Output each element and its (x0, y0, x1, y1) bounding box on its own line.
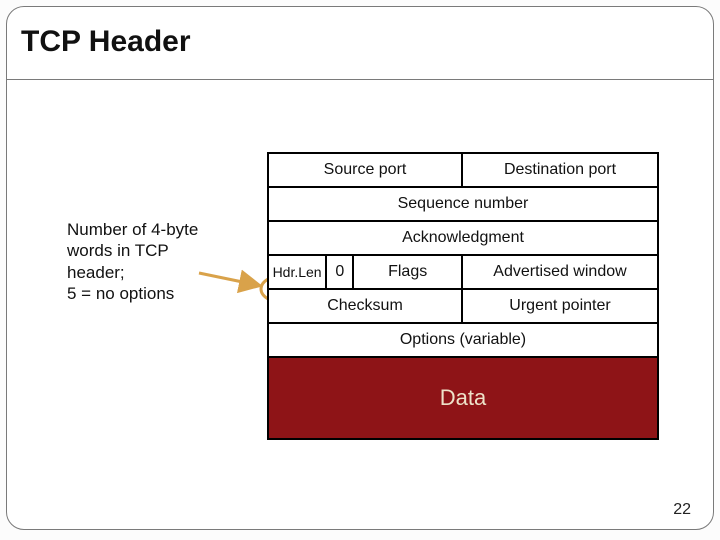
row-ports: Source port Destination port (269, 154, 657, 188)
cell-reserved-zero: 0 (327, 256, 354, 288)
page-number: 22 (673, 501, 691, 519)
cell-checksum: Checksum (269, 290, 463, 322)
hdrlen-annotation: Number of 4-byte words in TCP header;5 =… (67, 219, 202, 304)
tcp-header-diagram: Source port Destination port Sequence nu… (267, 152, 659, 440)
cell-ack: Acknowledgment (269, 222, 657, 254)
slide-frame: TCP Header Number of 4-byte words in TCP… (6, 6, 714, 530)
cell-hdrlen: Hdr.Len (269, 256, 327, 288)
title-divider (7, 79, 713, 80)
row-options: Options (variable) (269, 324, 657, 358)
cell-urgent: Urgent pointer (463, 290, 657, 322)
cell-flags: Flags (354, 256, 463, 288)
row-checksum: Checksum Urgent pointer (269, 290, 657, 324)
cell-sequence: Sequence number (269, 188, 657, 220)
row-ack: Acknowledgment (269, 222, 657, 256)
cell-source-port: Source port (269, 154, 463, 186)
row-sequence: Sequence number (269, 188, 657, 222)
row-data: Data (269, 358, 657, 438)
slide-title: TCP Header (21, 25, 191, 59)
cell-options: Options (variable) (269, 324, 657, 356)
cell-data: Data (269, 358, 657, 438)
row-flags: Hdr.Len 0 Flags Advertised window (269, 256, 657, 290)
cell-adv-window: Advertised window (463, 256, 657, 288)
cell-dest-port: Destination port (463, 154, 657, 186)
